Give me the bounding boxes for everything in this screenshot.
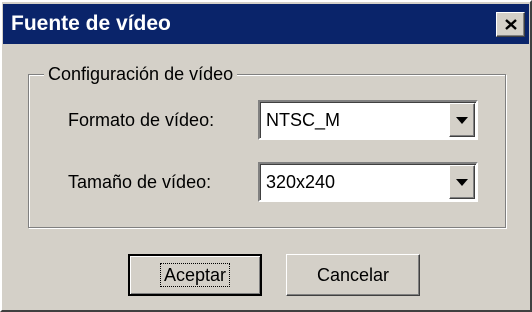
chevron-down-icon (456, 179, 468, 186)
format-label: Formato de vídeo: (68, 110, 215, 130)
group-title: Configuración de vídeo (44, 62, 238, 86)
video-settings-group (28, 74, 506, 228)
cancel-button[interactable]: Cancelar (286, 254, 420, 296)
format-dropdown-button[interactable] (449, 103, 475, 137)
size-label: Tamaño de vídeo: (68, 172, 212, 192)
chevron-down-icon (456, 117, 468, 124)
size-value: 320x240 (266, 172, 336, 192)
accept-button[interactable]: Aceptar (128, 254, 262, 296)
format-select[interactable]: NTSC_M (258, 100, 478, 140)
close-button[interactable] (496, 12, 525, 37)
format-value: NTSC_M (266, 110, 341, 130)
title-bar[interactable]: Fuente de vídeo (3, 4, 529, 44)
size-select[interactable]: 320x240 (258, 162, 478, 202)
window-title: Fuente de vídeo (11, 12, 171, 35)
close-icon (505, 19, 517, 30)
video-source-dialog: Fuente de vídeo Configuración de vídeo F… (0, 0, 532, 312)
size-dropdown-button[interactable] (449, 165, 475, 199)
accept-button-label: Aceptar (159, 263, 231, 287)
